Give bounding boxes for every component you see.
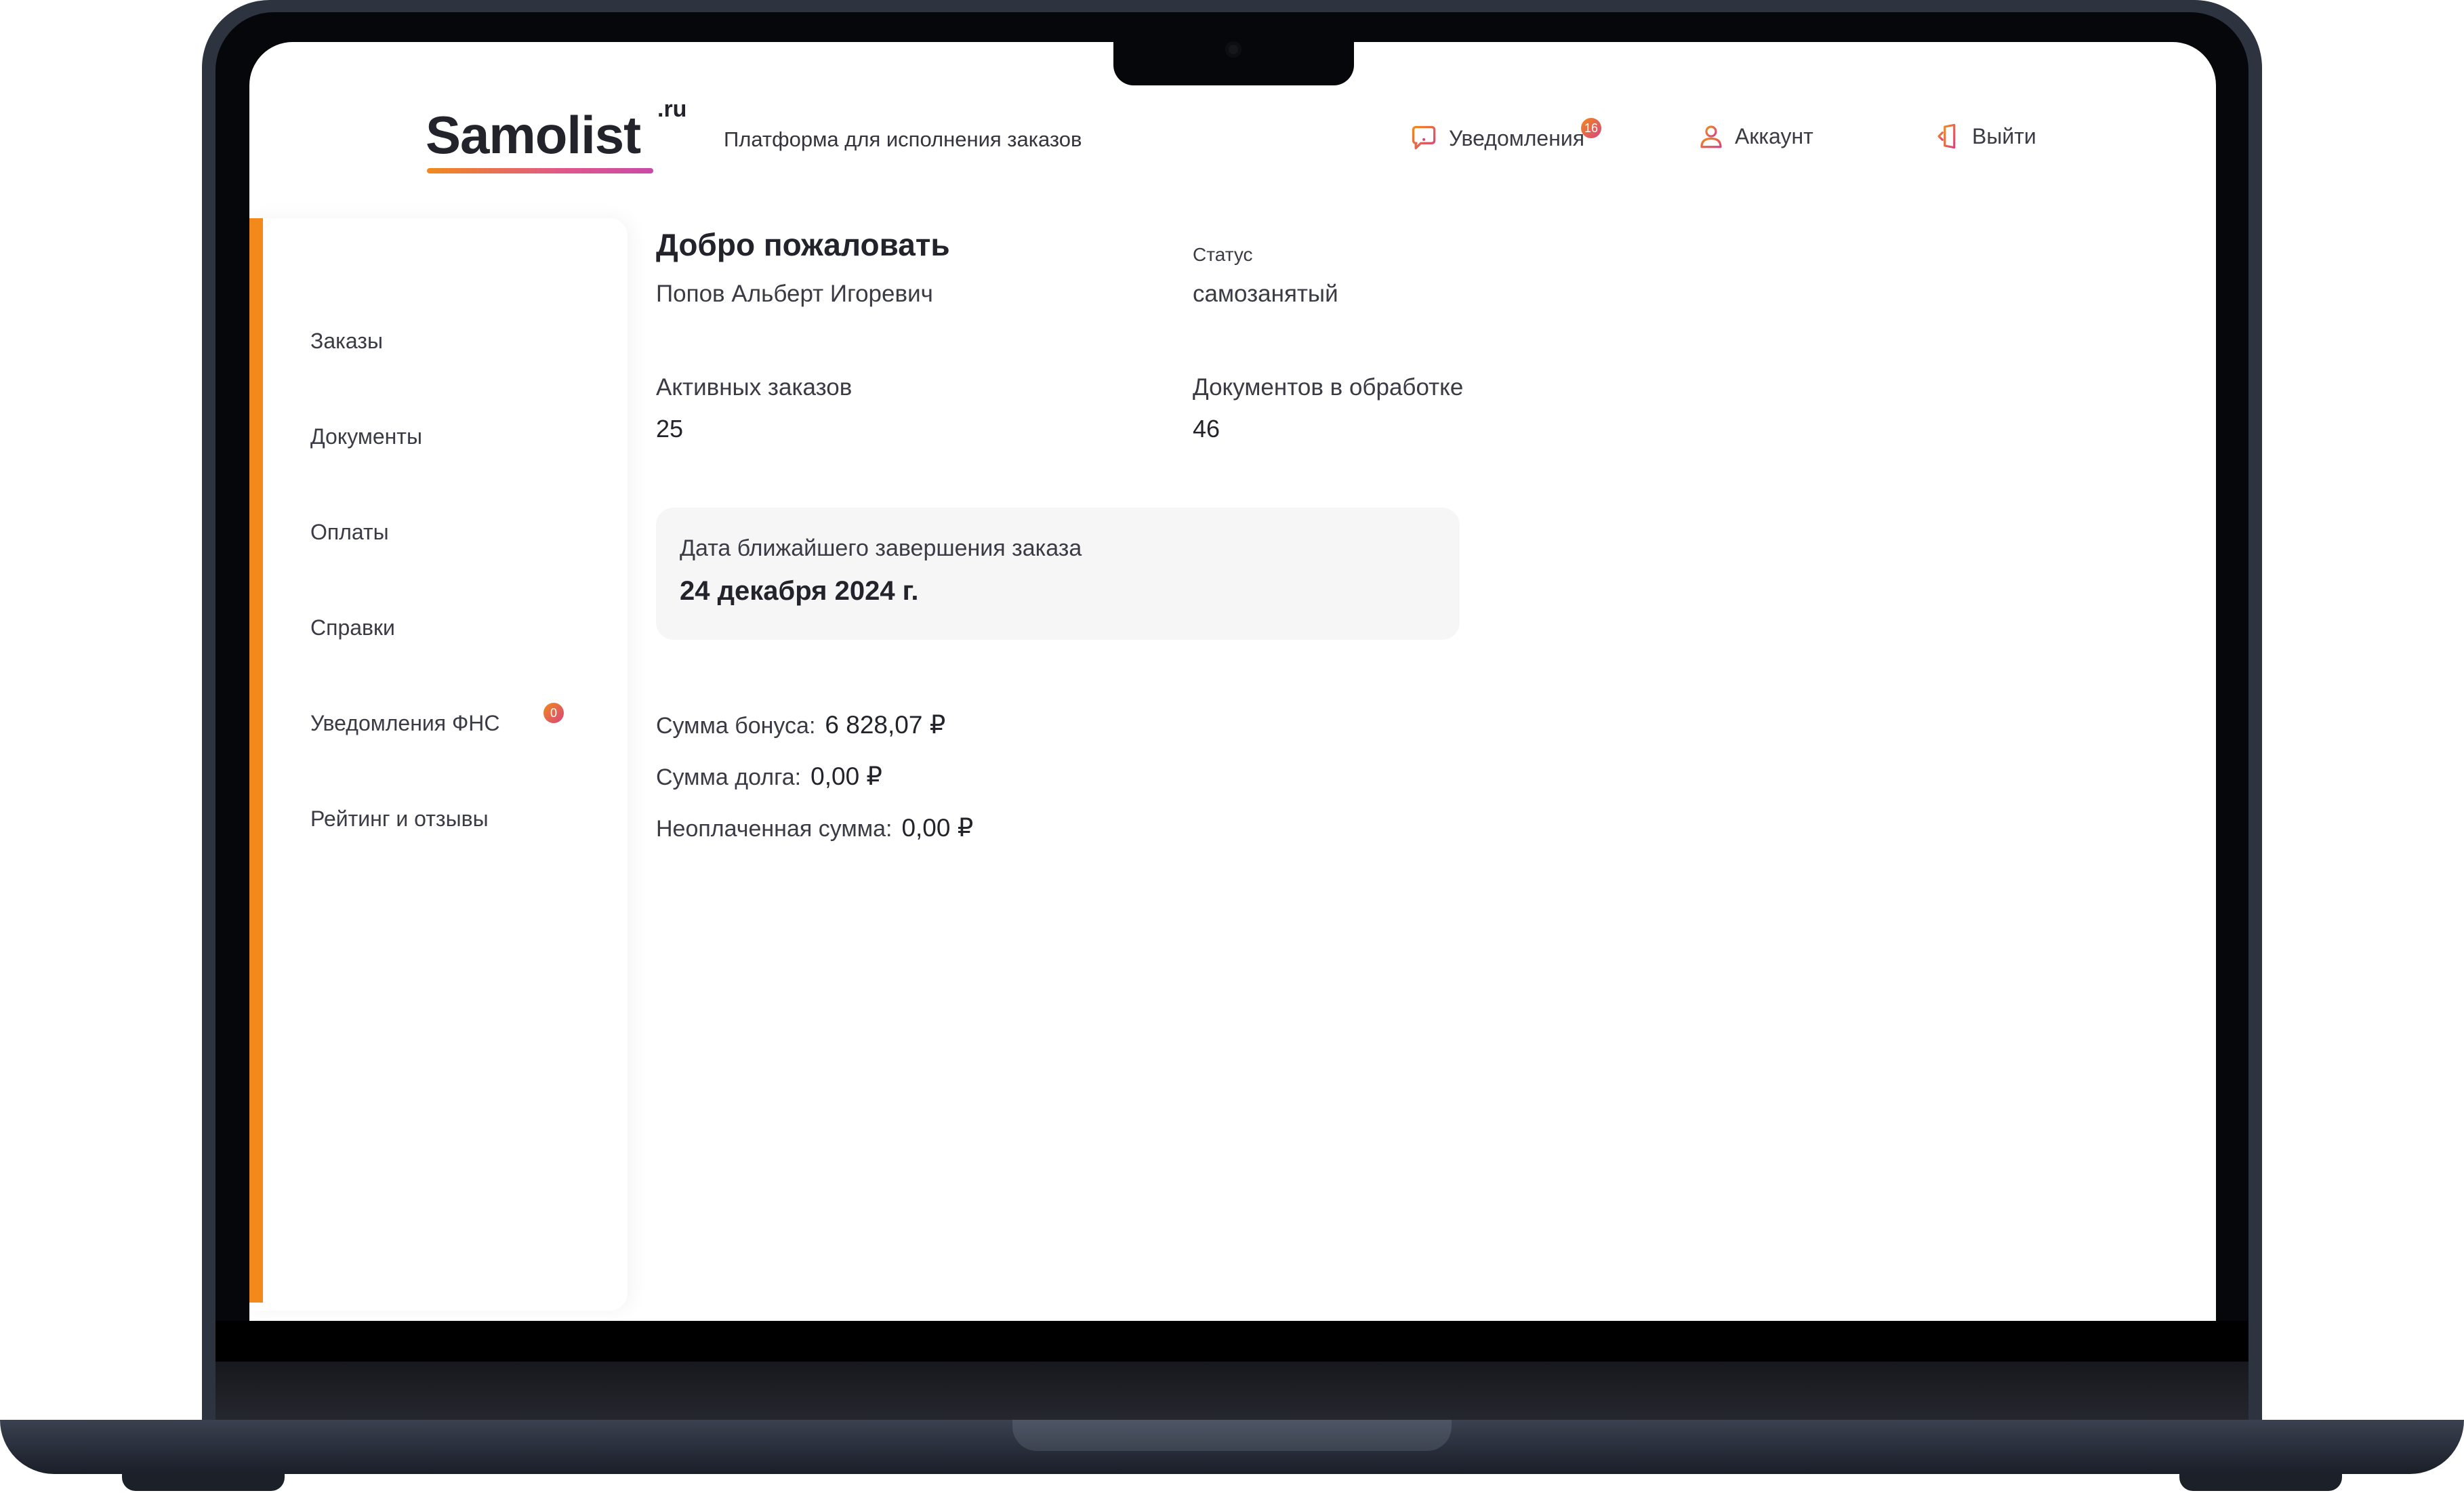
sidebar-item-orders[interactable]: Заказы — [310, 329, 383, 354]
logout-link[interactable]: Выйти — [1934, 122, 2036, 150]
screen-bottom-bezel — [215, 1321, 2249, 1362]
sidebar-item-payments[interactable]: Оплаты — [310, 520, 389, 545]
unpaid-label: Неоплаченная сумма: — [656, 816, 892, 842]
sidebar-item-rating-reviews[interactable]: Рейтинг и отзывы — [310, 806, 489, 832]
sidebar-item-fns-notifications[interactable]: Уведомления ФНС — [310, 711, 500, 736]
debt-label: Сумма долга: — [656, 764, 802, 790]
debt-value: 0,00 ₽ — [810, 762, 882, 790]
laptop-hinge — [215, 1362, 2249, 1420]
notifications-count-badge: 16 — [1581, 118, 1601, 138]
user-name: Попов Альберт Игоревич — [656, 281, 933, 307]
nearest-completion-label: Дата ближайшего завершения заказа — [680, 535, 1082, 561]
unpaid-row: Неоплаченная сумма: 0,00 ₽ — [656, 813, 973, 842]
account-label: Аккаунт — [1735, 123, 1813, 148]
nearest-completion-date: 24 декабря 2024 г. — [680, 576, 919, 606]
notifications-link[interactable]: Уведомления — [1410, 123, 1584, 153]
laptop-screen: Samolist .ru Платформа для исполнения за… — [249, 42, 2216, 1321]
account-link[interactable]: Аккаунт — [1697, 122, 1813, 150]
chat-alert-icon — [1412, 125, 1436, 150]
welcome-title: Добро пожаловать — [656, 227, 950, 262]
nearest-completion-card — [656, 508, 1460, 640]
sidebar: Заказы Документы Оплаты Справки Уведомле… — [249, 218, 628, 1311]
debt-row: Сумма долга: 0,00 ₽ — [656, 762, 882, 791]
logo-tld: .ru — [657, 96, 687, 122]
user-icon — [1700, 125, 1722, 148]
status-value: самозанятый — [1193, 281, 1338, 307]
logout-label: Выйти — [1972, 123, 2036, 148]
bonus-row: Сумма бонуса: 6 828,07 ₽ — [656, 710, 945, 739]
active-orders-value: 25 — [656, 415, 684, 443]
laptop-opening-notch — [1012, 1420, 1452, 1451]
sidebar-active-indicator — [249, 218, 263, 1303]
laptop-foot-right — [2179, 1472, 2342, 1491]
documents-processing-label: Документов в обработке — [1193, 374, 1464, 401]
sidebar-item-documents[interactable]: Документы — [310, 424, 422, 449]
logo[interactable]: Samolist — [426, 104, 641, 166]
notifications-label: Уведомления — [1449, 125, 1585, 150]
fns-notifications-badge: 0 — [543, 703, 564, 723]
bonus-label: Сумма бонуса: — [656, 713, 816, 739]
bonus-value: 6 828,07 ₽ — [825, 711, 946, 739]
sidebar-item-certificates[interactable]: Справки — [310, 615, 395, 640]
logout-door-icon — [1937, 123, 1956, 149]
unpaid-value: 0,00 ₽ — [901, 814, 974, 842]
laptop-foot-left — [122, 1472, 285, 1491]
active-orders-label: Активных заказов — [656, 374, 853, 401]
camera-icon — [1225, 41, 1241, 58]
logo-underline — [427, 168, 653, 173]
status-label: Статус — [1193, 244, 1253, 265]
platform-tagline: Платформа для исполнения заказов — [724, 127, 1082, 151]
documents-processing-value: 46 — [1193, 415, 1220, 443]
